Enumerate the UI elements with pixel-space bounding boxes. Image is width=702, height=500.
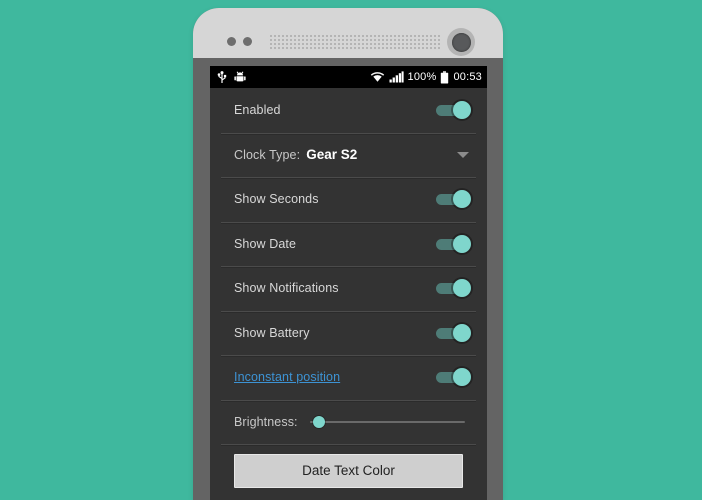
date-text-color-row: Date Text Color	[210, 445, 487, 488]
setting-row-show-seconds[interactable]: Show Seconds	[210, 177, 487, 222]
setting-label-brightness: Brightness:	[234, 414, 298, 429]
toggle-show-battery[interactable]	[436, 323, 471, 342]
setting-label-show-notifications: Show Notifications	[234, 281, 339, 296]
slider-thumb[interactable]	[312, 415, 325, 428]
toggle-knob	[453, 190, 471, 209]
battery-icon	[441, 70, 449, 83]
slider-track	[309, 420, 465, 423]
setting-row-enabled[interactable]: Enabled	[210, 88, 487, 133]
setting-row-clock-type[interactable]: Clock Type: Gear S2	[210, 132, 487, 178]
settings-list: Enabled Clock Type: Gear S2 Show Seconds	[210, 88, 487, 488]
proximity-sensor-icon	[227, 37, 236, 46]
toggle-knob	[453, 368, 471, 387]
wifi-icon	[370, 72, 384, 82]
android-debug-icon	[234, 71, 246, 82]
setting-label-enabled: Enabled	[234, 103, 281, 118]
setting-row-show-date[interactable]: Show Date	[210, 221, 487, 267]
toggle-show-date[interactable]	[436, 234, 471, 253]
toggle-knob	[453, 101, 471, 120]
setting-value-clock-type: Gear S2	[306, 147, 358, 163]
usb-icon	[217, 70, 227, 83]
date-text-color-button[interactable]: Date Text Color	[234, 454, 463, 488]
front-camera-icon	[447, 28, 475, 56]
toggle-enabled[interactable]	[436, 101, 471, 120]
battery-percent-label: 100%	[407, 71, 437, 83]
brightness-slider[interactable]	[309, 413, 465, 431]
phone-top-bezel	[193, 8, 503, 58]
toggle-knob	[453, 323, 471, 342]
setting-label-show-battery: Show Battery	[234, 325, 310, 340]
status-bar-left	[217, 70, 370, 84]
toggle-show-notifications[interactable]	[436, 279, 471, 298]
toggle-knob	[453, 234, 471, 253]
setting-label-show-seconds: Show Seconds	[234, 192, 319, 207]
setting-row-inconstant-position[interactable]: Inconstant position	[210, 355, 487, 400]
signal-icon	[389, 71, 404, 83]
setting-row-show-notifications[interactable]: Show Notifications	[210, 266, 487, 311]
setting-label-show-date: Show Date	[234, 236, 297, 251]
setting-row-brightness[interactable]: Brightness:	[210, 399, 487, 445]
status-bar: 100% 00:53	[210, 66, 487, 88]
screenshot-canvas: 100% 00:53 Enabled Clock Type: Gear S2 S…	[0, 0, 702, 500]
clock-time-label: 00:53	[453, 71, 482, 83]
setting-row-show-battery[interactable]: Show Battery	[210, 310, 487, 356]
toggle-show-seconds[interactable]	[436, 190, 471, 209]
speaker-grille	[269, 34, 441, 50]
status-bar-right: 100% 00:53	[370, 70, 482, 84]
camera-lens	[451, 32, 471, 52]
chevron-down-icon[interactable]	[457, 151, 469, 158]
light-sensor-icon	[243, 37, 252, 46]
setting-link-inconstant-position[interactable]: Inconstant position	[234, 370, 340, 384]
setting-label-clock-type: Clock Type:	[234, 147, 301, 162]
phone-screen: 100% 00:53 Enabled Clock Type: Gear S2 S…	[210, 66, 487, 500]
toggle-knob	[453, 279, 471, 298]
toggle-inconstant-position[interactable]	[436, 368, 471, 387]
phone-device: 100% 00:53 Enabled Clock Type: Gear S2 S…	[193, 8, 503, 500]
